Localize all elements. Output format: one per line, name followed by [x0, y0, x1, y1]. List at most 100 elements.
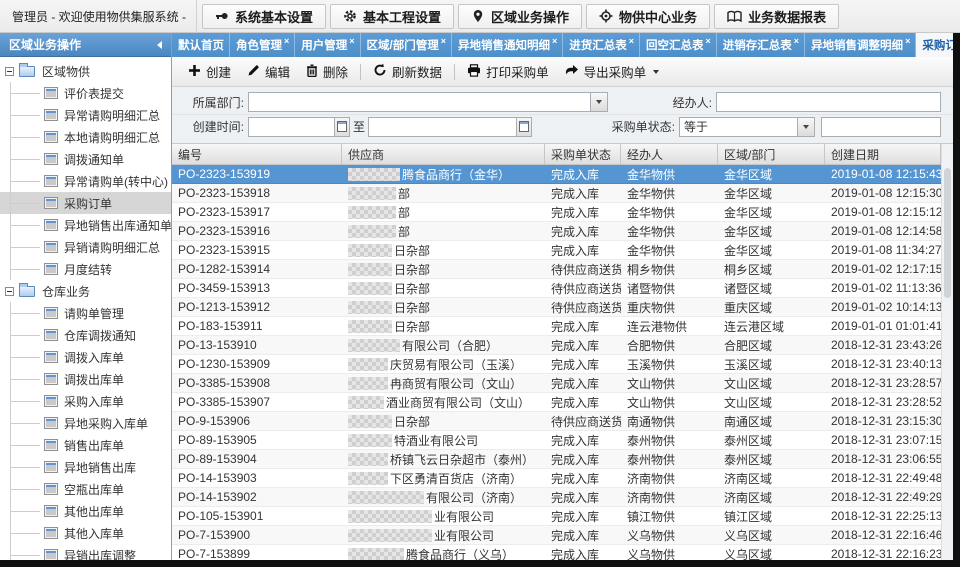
- table-row[interactable]: PO-183-153911 日杂部 完成入库 连云港物供 连云港区域 2019-…: [172, 317, 941, 336]
- tree-item[interactable]: 异常请购单(转中心): [0, 170, 171, 192]
- tree-item[interactable]: 空瓶出库单: [0, 478, 171, 500]
- table-row[interactable]: PO-3385-153908 冉商贸有限公司（文山） 完成入库 文山物供 文山区…: [172, 374, 941, 393]
- tab[interactable]: 角色管理 ×: [230, 33, 295, 57]
- tree-item[interactable]: 调拨出库单: [0, 368, 171, 390]
- close-icon[interactable]: ×: [284, 37, 289, 46]
- tree-item[interactable]: 月度结转: [0, 258, 171, 280]
- tree-item[interactable]: 仓库调拨通知: [0, 324, 171, 346]
- calendar-icon[interactable]: [516, 118, 531, 136]
- table-row[interactable]: PO-2323-153919 腾食品商行（金华） 完成入库 金华物供 金华区域 …: [172, 165, 941, 184]
- created-from-input[interactable]: [248, 117, 350, 137]
- table-row[interactable]: PO-7-153899 腾食品商行（义乌） 完成入库 义乌物供 义乌区域 201…: [172, 545, 941, 560]
- table-row[interactable]: PO-1282-153914 日杂部 待供应商送货 桐乡物供 桐乡区域 2019…: [172, 260, 941, 279]
- toolbar-button[interactable]: 刷新数据: [365, 59, 450, 84]
- tab[interactable]: 异地销售调整明细 ×: [805, 33, 916, 57]
- table-row[interactable]: PO-2323-153915 日杂部 完成入库 金华物供 金华区域 2019-0…: [172, 241, 941, 260]
- close-icon[interactable]: ×: [629, 37, 634, 46]
- tree-item-label: 调拨入库单: [64, 349, 124, 366]
- toolbar-button[interactable]: 打印采购单: [459, 59, 557, 84]
- toolbar-button[interactable]: 创建: [180, 59, 239, 84]
- table-row[interactable]: PO-2323-153916 部 完成入库 金华物供 金华区域 2019-01-…: [172, 222, 941, 241]
- table-row[interactable]: PO-2323-153917 部 完成入库 金华物供 金华区域 2019-01-…: [172, 203, 941, 222]
- tree-item[interactable]: 本地请购明细汇总: [0, 126, 171, 148]
- table-row[interactable]: PO-89-153904 桥镇飞云日杂超市（泰州） 完成入库 泰州物供 泰州区域…: [172, 450, 941, 469]
- close-icon[interactable]: ×: [905, 37, 910, 46]
- table-row[interactable]: PO-7-153900 业有限公司 完成入库 义乌物供 义乌区域 2018-12…: [172, 526, 941, 545]
- chevron-down-icon[interactable]: [797, 118, 814, 136]
- column-header[interactable]: 编号: [172, 144, 342, 164]
- column-header[interactable]: 区域/部门: [718, 144, 825, 164]
- dept-filter-select[interactable]: [248, 92, 608, 112]
- table-row[interactable]: PO-1230-153909 庆贸易有限公司（玉溪） 完成入库 玉溪物供 玉溪区…: [172, 355, 941, 374]
- table-row[interactable]: PO-1213-153912 日杂部 待供应商送货 重庆物供 重庆区域 2019…: [172, 298, 941, 317]
- tree-item[interactable]: 销售出库单: [0, 434, 171, 456]
- calendar-icon[interactable]: [334, 118, 349, 136]
- table-row[interactable]: PO-14-153903 下区勇清百货店（济南） 完成入库 济南物供 济南区域 …: [172, 469, 941, 488]
- column-header[interactable]: 创建日期: [825, 144, 941, 164]
- chevron-left-icon[interactable]: [157, 41, 162, 49]
- tab[interactable]: 采购订单 ×: [916, 33, 953, 57]
- scrollbar-thumb[interactable]: [944, 168, 951, 298]
- topbar-menu-button[interactable]: 基本工程设置: [330, 4, 454, 29]
- tree-item[interactable]: 评价表提交: [0, 82, 171, 104]
- tree-item[interactable]: 异地采购入库单: [0, 412, 171, 434]
- status-op-select[interactable]: 等于: [679, 117, 815, 137]
- tab[interactable]: 异地销售通知明细 ×: [452, 33, 563, 57]
- topbar-menu-button[interactable]: 物供中心业务: [586, 4, 710, 29]
- topbar-menu-button[interactable]: 业务数据报表: [714, 4, 839, 29]
- tab[interactable]: 进销存汇总表 ×: [717, 33, 805, 57]
- table-row[interactable]: PO-9-153906 日杂部 待供应商送货 南通物供 南通区域 2018-12…: [172, 412, 941, 431]
- table-row[interactable]: PO-89-153905 特酒业有限公司 完成入库 泰州物供 泰州区域 2018…: [172, 431, 941, 450]
- tree-item[interactable]: 调拨入库单: [0, 346, 171, 368]
- tab[interactable]: 用户管理 ×: [295, 33, 360, 57]
- close-icon[interactable]: ×: [552, 37, 557, 46]
- tree-item[interactable]: 异销出库调整: [0, 544, 171, 560]
- close-icon[interactable]: ×: [794, 37, 799, 46]
- table-row[interactable]: PO-105-153901 业有限公司 完成入库 镇江物供 镇江区域 2018-…: [172, 507, 941, 526]
- tree-item[interactable]: 异地销售出库: [0, 456, 171, 478]
- tree-item[interactable]: 其他出库单: [0, 500, 171, 522]
- collapse-toggle-icon[interactable]: [5, 67, 14, 76]
- toolbar-button[interactable]: 编辑: [239, 59, 298, 84]
- column-header[interactable]: 采购单状态: [545, 144, 621, 164]
- tree-item-label: 异地销售出库通知单: [64, 217, 171, 234]
- status-value-input[interactable]: [821, 117, 941, 137]
- column-header[interactable]: 供应商: [342, 144, 545, 164]
- tree-item[interactable]: 异地销售出库通知单: [0, 214, 171, 236]
- table-row[interactable]: PO-14-153902 有限公司（济南） 完成入库 济南物供 济南区域 201…: [172, 488, 941, 507]
- column-header[interactable]: 经办人: [621, 144, 718, 164]
- tab[interactable]: 回空汇总表 ×: [640, 33, 717, 57]
- tree-item[interactable]: 仓库业务: [0, 280, 171, 302]
- tab[interactable]: 区域/部门管理 ×: [361, 33, 452, 57]
- table-row[interactable]: PO-13-153910 有限公司（合肥） 完成入库 合肥物供 合肥区域 201…: [172, 336, 941, 355]
- tree-item[interactable]: 采购入库单: [0, 390, 171, 412]
- table-row[interactable]: PO-3459-153913 日杂部 待供应商送货 诸暨物供 诸暨区域 2019…: [172, 279, 941, 298]
- close-icon[interactable]: ×: [441, 37, 446, 46]
- close-icon[interactable]: ×: [349, 37, 354, 46]
- tree-item[interactable]: 异常请购明细汇总: [0, 104, 171, 126]
- toolbar-button[interactable]: 导出采购单: [557, 59, 668, 84]
- agent-filter-input[interactable]: [716, 92, 941, 112]
- tree-item[interactable]: 请购单管理: [0, 302, 171, 324]
- tree-item[interactable]: 区域物供: [0, 60, 171, 82]
- table-row[interactable]: PO-2323-153918 部 完成入库 金华物供 金华区域 2019-01-…: [172, 184, 941, 203]
- collapse-toggle-icon[interactable]: [5, 287, 14, 296]
- tree-item[interactable]: 采购订单: [0, 192, 171, 214]
- close-icon[interactable]: ×: [706, 37, 711, 46]
- tree-item[interactable]: 其他入库单: [0, 522, 171, 544]
- region-cell: 重庆区域: [718, 299, 825, 316]
- toolbar-button[interactable]: 删除: [298, 59, 356, 84]
- tree-item[interactable]: 调拨通知单: [0, 148, 171, 170]
- sidebar-header[interactable]: 区域业务操作: [0, 33, 171, 57]
- table-row[interactable]: PO-3385-153907 酒业商贸有限公司（文山） 完成入库 文山物供 文山…: [172, 393, 941, 412]
- topbar-menu-button[interactable]: 区域业务操作: [458, 4, 582, 29]
- tab[interactable]: 默认首页: [172, 33, 230, 57]
- topbar-menu-button[interactable]: 系统基本设置: [202, 4, 326, 29]
- created-to-input[interactable]: [368, 117, 532, 137]
- tree-item[interactable]: 异销请购明细汇总: [0, 236, 171, 258]
- tab[interactable]: 进货汇总表 ×: [563, 33, 640, 57]
- supplier-cell: 特酒业有限公司: [342, 432, 545, 449]
- chevron-down-icon[interactable]: [590, 93, 607, 111]
- order-id-cell: PO-9-153906: [172, 414, 342, 428]
- vertical-scrollbar[interactable]: [941, 144, 953, 560]
